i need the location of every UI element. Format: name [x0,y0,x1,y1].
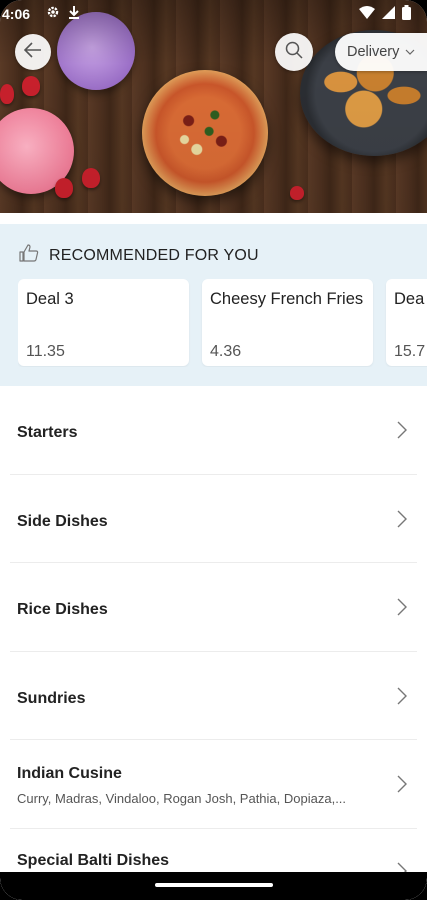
recommended-title: RECOMMENDED FOR YOU [49,246,259,264]
recommended-item-name: Dea [394,290,425,308]
category-name: Special Balti Dishes [17,851,170,869]
status-time: 4:06 [2,6,31,22]
strawberry-smoothie-image [0,108,74,194]
category-name: Sundries [17,689,86,707]
recommended-card[interactable]: Cheesy French Fries 4.36 [202,279,373,366]
thumbs-up-icon [19,244,39,267]
strawberry-decoration [0,84,14,104]
category-name: Rice Dishes [17,601,108,618]
download-notification-icon [68,5,80,22]
recommended-card[interactable]: Dea 15.7 [386,279,427,366]
recommended-item-name: Deal 3 [26,290,74,308]
chevron-right-icon [395,774,409,794]
category-row-rice-dishes[interactable]: Rice Dishes [10,563,417,652]
wifi-icon [359,6,375,22]
menu-category-list: Starters Side Dishes Rice Dishes Sundrie… [0,386,427,900]
arrow-left-icon [23,41,42,63]
category-row-indian-cusine[interactable]: Indian Cusine Curry, Madras, Vindaloo, R… [10,740,417,829]
strawberry-decoration [82,168,100,188]
tomato-decoration [290,186,304,200]
pizza-image [142,70,268,196]
cell-signal-icon [382,6,395,22]
strawberry-decoration [22,76,40,96]
delivery-mode-label: Delivery [347,44,400,60]
home-gesture-handle[interactable] [155,883,273,887]
category-name: Indian Cusine [17,765,122,782]
search-button[interactable] [275,33,313,71]
chevron-right-icon [395,686,409,706]
status-bar: 4:06 [0,0,427,28]
category-row-side-dishes[interactable]: Side Dishes [10,475,417,563]
strawberry-decoration [55,178,73,198]
category-name: Starters [17,424,78,441]
chevron-right-icon [395,509,409,529]
recommended-item-price: 4.36 [210,343,242,360]
category-row-starters[interactable]: Starters [10,386,417,475]
settings-gear-icon [46,5,60,22]
recommended-item-price: 15.7 [394,343,426,360]
recommended-card[interactable]: Deal 3 11.35 [18,279,189,366]
recommended-section: RECOMMENDED FOR YOU Deal 3 11.35 Cheesy … [0,224,427,386]
category-subtitle: Curry, Madras, Vindaloo, Rogan Josh, Pat… [17,791,347,806]
delivery-mode-dropdown[interactable]: Delivery [335,33,427,71]
recommended-item-name: Cheesy French Fries [210,290,364,308]
search-icon [285,41,303,64]
app-screen: 4:06 Delivery RECOMMENDED FOR YOU Deal 3… [0,0,427,900]
hero-banner-image [0,0,427,213]
chevron-right-icon [395,420,409,440]
back-button[interactable] [15,34,51,70]
category-row-sundries[interactable]: Sundries [10,652,417,740]
chevron-right-icon [395,597,409,617]
recommended-carousel[interactable]: Deal 3 11.35 Cheesy French Fries 4.36 De… [18,279,427,367]
system-navigation-bar [0,872,427,900]
recommended-header: RECOMMENDED FOR YOU [19,244,259,267]
battery-icon [402,5,411,23]
recommended-item-price: 11.35 [26,343,65,360]
category-name: Side Dishes [17,512,108,530]
chevron-down-icon [405,49,415,55]
